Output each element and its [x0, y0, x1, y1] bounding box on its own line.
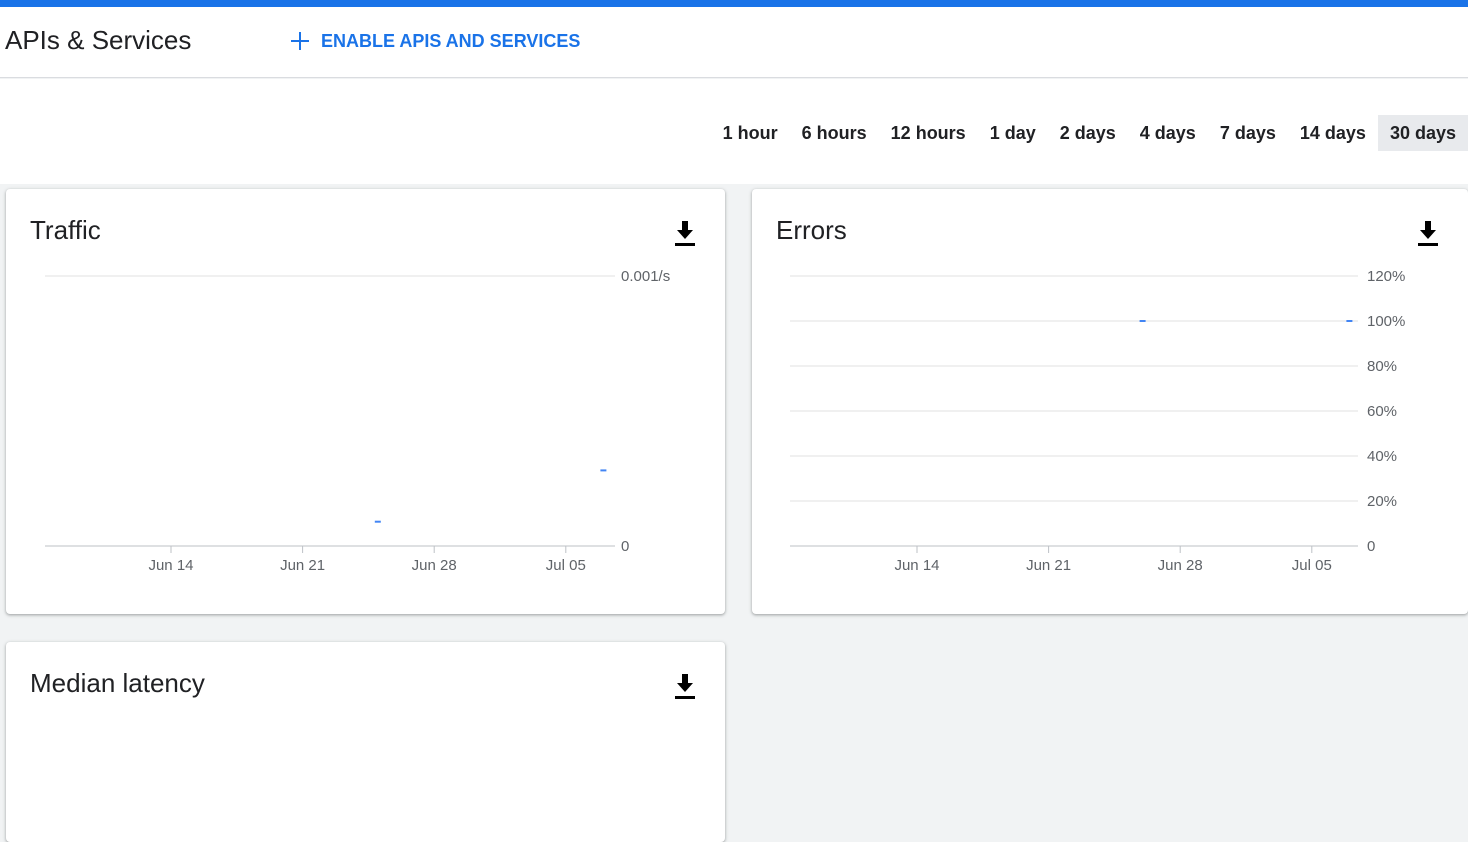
time-range-option[interactable]: 30 days — [1377, 115, 1468, 151]
time-range-option[interactable]: 6 hours — [790, 115, 879, 151]
x-tick-label: Jun 28 — [1158, 557, 1203, 574]
x-tick-label: Jul 05 — [546, 557, 586, 574]
time-range-bar: 1 hour 6 hours 12 hours 1 day 2 days 4 days 7 … — [0, 79, 1468, 184]
y-tick-label: 80% — [1367, 358, 1397, 375]
y-tick-label: 0 — [1367, 538, 1375, 555]
y-tick-label: 20% — [1367, 493, 1397, 510]
y-tick-label: 120% — [1367, 268, 1405, 285]
time-range-option[interactable]: 12 hours — [879, 115, 978, 151]
traffic-chart: 0.001/s 0 Jun 14 Jun 21 Jun 28 Jul 05 — [45, 268, 670, 574]
time-range-selector: 1 hour 6 hours 12 hours 1 day 2 days 4 days 7 … — [711, 115, 1468, 151]
time-range-option[interactable]: 2 days — [1048, 115, 1128, 151]
enable-apis-label: ENABLE APIS AND SERVICES — [321, 30, 581, 51]
page-header: APIs & Services ENABLE APIS AND SERVICES — [0, 7, 1468, 78]
top-accent-bar — [0, 0, 1468, 7]
time-range-option[interactable]: 1 hour — [711, 115, 790, 151]
x-tick-label: Jun 21 — [280, 557, 325, 574]
x-tick-label: Jul 05 — [1292, 557, 1332, 574]
x-tick-label: Jun 14 — [148, 557, 193, 574]
y-tick-label: 100% — [1367, 313, 1405, 330]
plus-icon — [291, 32, 309, 50]
time-range-option[interactable]: 4 days — [1128, 115, 1208, 151]
y-tick-label: 0.001/s — [621, 268, 670, 285]
time-range-option[interactable]: 7 days — [1208, 115, 1288, 151]
y-tick-label: 40% — [1367, 448, 1397, 465]
x-tick-label: Jun 14 — [894, 557, 939, 574]
x-tick-label: Jun 28 — [412, 557, 457, 574]
median-latency-card-title: Median latency — [30, 668, 205, 698]
y-tick-label: 0 — [621, 538, 629, 555]
x-tick-label: Jun 21 — [1026, 557, 1071, 574]
median-latency-card: Median latency — [6, 642, 725, 842]
y-tick-label: 60% — [1367, 403, 1397, 420]
download-icon[interactable] — [673, 672, 697, 700]
time-range-option[interactable]: 14 days — [1288, 115, 1378, 151]
errors-card: Errors 120% 100% 80% 60% 40% 20% 0 Jun 14 Jun 21… — [752, 189, 1468, 614]
traffic-card: Traffic 0.001/s 0 Jun 14 Jun 21 Jun 28 Jul 05 — [6, 189, 725, 614]
time-range-option[interactable]: 1 day — [978, 115, 1048, 151]
errors-chart: 120% 100% 80% 60% 40% 20% 0 Jun 14 Jun 21 Jun 28 J… — [790, 268, 1405, 574]
page-title: APIs & Services — [5, 25, 192, 55]
enable-apis-button[interactable]: ENABLE APIS AND SERVICES — [284, 25, 584, 57]
